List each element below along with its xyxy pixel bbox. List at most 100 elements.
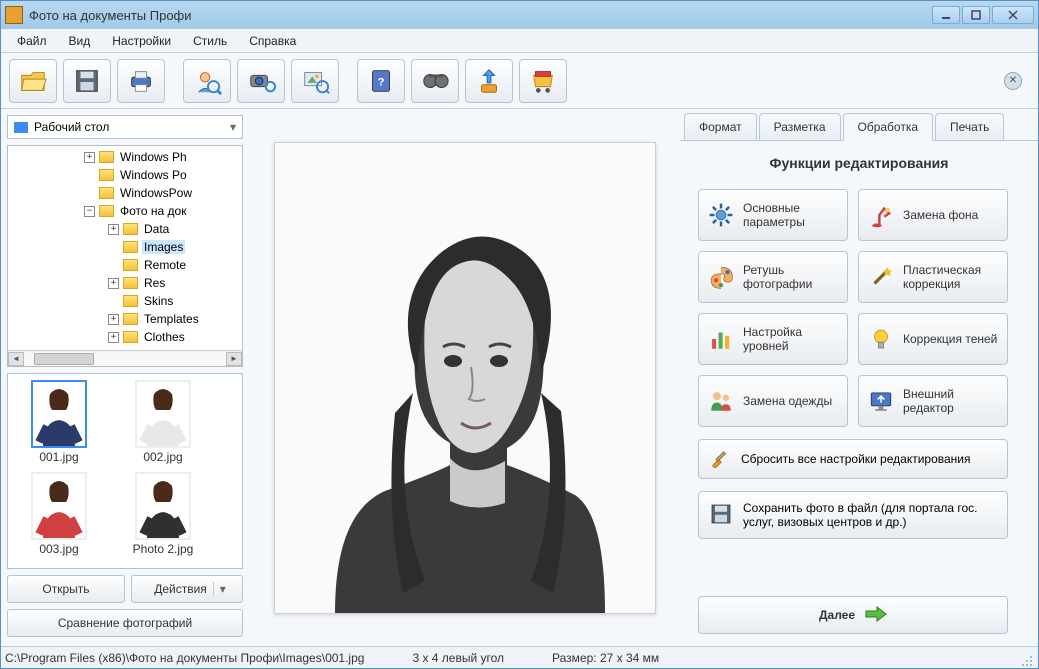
edit-button-label: Замена одежды [743, 394, 839, 408]
people-icon [707, 387, 735, 415]
actions-button[interactable]: Действия ▾ [131, 575, 243, 603]
close-button[interactable] [992, 6, 1034, 24]
tree-scrollbar[interactable]: ◄ ► [8, 350, 242, 366]
floppy-icon [709, 502, 733, 529]
expand-icon[interactable]: + [108, 278, 119, 289]
folder-icon [99, 151, 114, 163]
compare-button[interactable]: Сравнение фотографий [7, 609, 243, 637]
edit-button-label: Пластическая коррекция [903, 263, 999, 291]
menubar: ФайлВидНастройкиСтильСправка [1, 29, 1038, 53]
menu-вид[interactable]: Вид [59, 31, 101, 51]
photo-editor-button[interactable] [291, 59, 339, 103]
basic-params-button[interactable]: Основные параметры [698, 189, 848, 241]
tree-item-label: Res [142, 276, 167, 290]
expand-icon[interactable]: + [84, 152, 95, 163]
menu-стиль[interactable]: Стиль [183, 31, 237, 51]
auto-face-button[interactable] [183, 59, 231, 103]
window-title: Фото на документы Профи [29, 8, 930, 23]
order-button[interactable] [519, 59, 567, 103]
scroll-thumb[interactable] [34, 353, 94, 365]
folder-icon [123, 277, 138, 289]
wand-icon [867, 263, 895, 291]
tree-item[interactable]: +Clothes [8, 328, 242, 346]
thumbnail-label: Photo 2.jpg [133, 542, 194, 556]
print-button[interactable] [117, 59, 165, 103]
scroll-left-button[interactable]: ◄ [8, 352, 24, 366]
expand-icon[interactable]: + [108, 314, 119, 325]
save-to-file-button[interactable]: Сохранить фото в файл (для портала гос. … [698, 491, 1008, 539]
resize-grip[interactable] [1020, 654, 1034, 668]
left-panel: Рабочий стол ▾ + Windows Ph Windows Po Wind… [1, 109, 249, 646]
open-button[interactable]: Открыть [7, 575, 125, 603]
replace-bg-button[interactable]: Замена фона [858, 189, 1008, 241]
plastic-button[interactable]: Пластическая коррекция [858, 251, 1008, 303]
tree-item-label: Data [142, 222, 171, 236]
maximize-button[interactable] [962, 6, 990, 24]
collapse-icon[interactable]: − [84, 206, 95, 217]
monitor-icon [867, 387, 895, 415]
expand-icon[interactable]: + [108, 332, 119, 343]
folder-combo[interactable]: Рабочий стол ▾ [7, 115, 243, 139]
expand-icon[interactable]: + [108, 224, 119, 235]
thumbnail-image [31, 472, 87, 540]
preview-area [249, 109, 680, 646]
tree-item-label: Templates [142, 312, 201, 326]
tree-item-label: Windows Po [118, 168, 189, 182]
menu-настройки[interactable]: Настройки [102, 31, 181, 51]
tree-item[interactable]: WindowsPow [8, 184, 242, 202]
update-button[interactable] [465, 59, 513, 103]
tree-item[interactable]: Skins [8, 292, 242, 310]
video-tutorial-button[interactable] [411, 59, 459, 103]
thumbnail[interactable]: 001.jpg [14, 380, 104, 464]
thumbnail-grid: 001.jpg002.jpg003.jpg Photo 2.jpg [7, 373, 243, 569]
tree-item[interactable]: Images [8, 238, 242, 256]
tree-item[interactable]: Remote [8, 256, 242, 274]
folder-tree: + Windows Ph Windows Po WindowsPow−Фото на … [7, 145, 243, 367]
tree-item-label: Skins [142, 294, 175, 308]
photo-preview[interactable] [274, 142, 656, 614]
tree-item-label: Windows Ph [118, 150, 189, 164]
thumbnail[interactable]: 002.jpg [118, 380, 208, 464]
tab-2[interactable]: Обработка [843, 113, 934, 141]
minimize-button[interactable] [932, 6, 960, 24]
tab-3[interactable]: Печать [935, 113, 1004, 140]
thumbnail-image [135, 380, 191, 448]
toolbar: ? ✕ [1, 53, 1038, 109]
panel-title: Функции редактирования [698, 151, 1020, 177]
shadow-button[interactable]: Коррекция теней [858, 313, 1008, 365]
external-button[interactable]: Внешний редактор [858, 375, 1008, 427]
help-button[interactable]: ? [357, 59, 405, 103]
scroll-right-button[interactable]: ► [226, 352, 242, 366]
save-button[interactable] [63, 59, 111, 103]
next-button[interactable]: Далее [698, 596, 1008, 634]
collapse-toolbar-button[interactable]: ✕ [1004, 72, 1022, 90]
tree-item[interactable]: Windows Po [8, 166, 242, 184]
webcam-button[interactable] [237, 59, 285, 103]
retouch-button[interactable]: Ретушь фотографии [698, 251, 848, 303]
open-file-button[interactable] [9, 59, 57, 103]
bulb-icon [867, 325, 895, 353]
levels-button[interactable]: Настройка уровней [698, 313, 848, 365]
tree-item[interactable]: + Data [8, 220, 242, 238]
statusbar: C:\Program Files (x86)\Фото на документы… [1, 646, 1038, 668]
right-panel: ФорматРазметкаОбработкаПечать Функции ре… [680, 109, 1038, 646]
tree-item[interactable]: −Фото на док [8, 202, 242, 220]
tab-0[interactable]: Формат [684, 113, 757, 140]
tree-item[interactable]: + Templates [8, 310, 242, 328]
content-area: Рабочий стол ▾ + Windows Ph Windows Po Wind… [1, 109, 1038, 646]
svg-text:?: ? [378, 76, 385, 88]
folder-icon [123, 295, 138, 307]
tree-item[interactable]: + Windows Ph [8, 148, 242, 166]
clothes-button[interactable]: Замена одежды [698, 375, 848, 427]
menu-файл[interactable]: Файл [7, 31, 57, 51]
reset-button[interactable]: Сбросить все настройки редактирования [698, 439, 1008, 479]
folder-icon [123, 313, 138, 325]
tab-1[interactable]: Разметка [759, 113, 841, 140]
thumbnail[interactable]: Photo 2.jpg [118, 472, 208, 556]
menu-справка[interactable]: Справка [239, 31, 306, 51]
tree-item[interactable]: + Res [8, 274, 242, 292]
edit-button-label: Ретушь фотографии [743, 263, 839, 291]
thumbnail[interactable]: 003.jpg [14, 472, 104, 556]
lamp-icon [867, 201, 895, 229]
tree-item-label: Images [142, 240, 185, 254]
